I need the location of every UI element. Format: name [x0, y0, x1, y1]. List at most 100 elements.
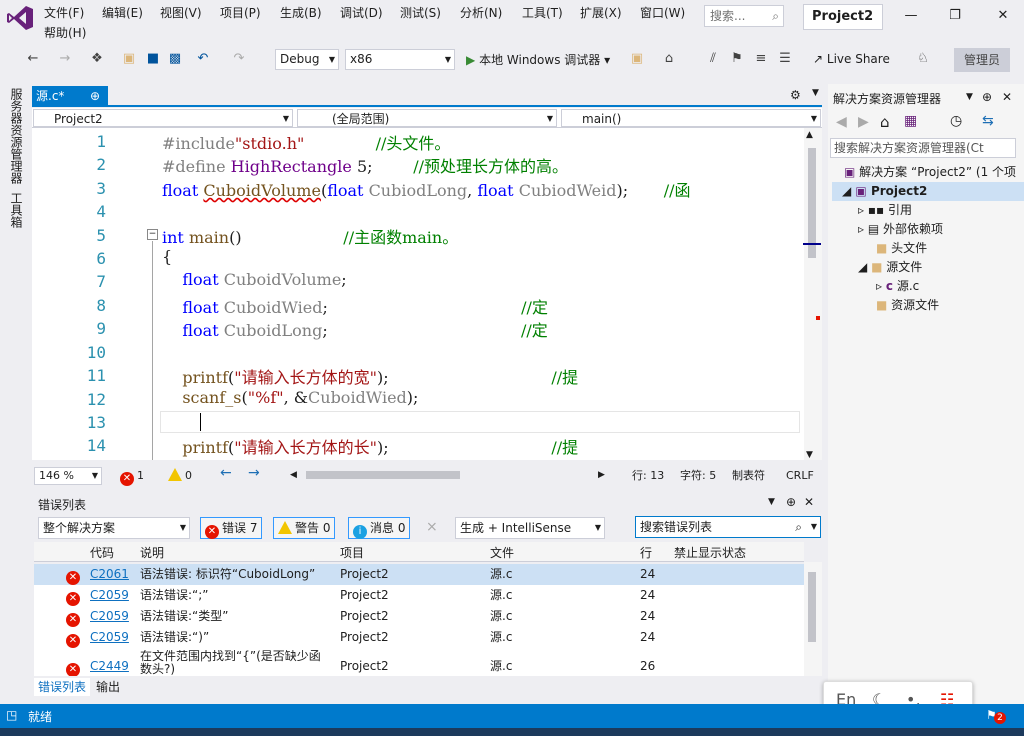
collapse-icon[interactable]: − [147, 229, 158, 240]
hscroll-left-icon[interactable]: ◀ [290, 470, 297, 480]
server-explorer-tab[interactable]: 服务器资源管理器 [8, 88, 25, 184]
tab-source-file[interactable]: 源.c*⊕ ✕ [32, 86, 108, 123]
menu-file[interactable]: 文件(F) [44, 4, 84, 22]
tree-external-deps[interactable]: ▹ ▤ 外部依赖项 [858, 220, 943, 239]
panel-menu-icon[interactable]: ▼ [768, 497, 775, 507]
tree-resource-files[interactable]: ■ 资源文件 [876, 296, 939, 315]
save-icon[interactable]: ■ [144, 50, 162, 68]
errors-filter-button[interactable]: ✕ 错误 7 [200, 517, 263, 539]
error-code-link[interactable]: C2449 [90, 656, 129, 677]
nav-scope-select[interactable]: (全局范围) ▼ [297, 109, 557, 127]
filter-icon[interactable]: ⨯ [426, 519, 438, 535]
platform-select[interactable]: x86 ▼ [345, 49, 455, 70]
error-code-link[interactable]: C2061 [90, 564, 129, 585]
menu-project[interactable]: 项目(P) [220, 4, 261, 22]
col-project[interactable]: 项目 [340, 544, 364, 561]
window-icon[interactable]: ⌂ [660, 50, 678, 68]
scroll-up-icon[interactable]: ▲ [806, 130, 813, 140]
menu-analyze[interactable]: 分析(N) [460, 4, 502, 22]
error-count[interactable]: ✕ 1 [120, 468, 144, 486]
switch-view-icon[interactable]: ▦ [904, 113, 917, 129]
admin-badge[interactable]: 管理员 [954, 48, 1010, 72]
warning-count[interactable]: 0 [168, 468, 192, 484]
tree-header-files[interactable]: ■ 头文件 [876, 239, 927, 258]
sol-close-icon[interactable]: ✕ [1002, 90, 1012, 104]
tree-source-c[interactable]: ▹ c 源.c [876, 277, 919, 296]
redo-icon[interactable]: ↷ [230, 50, 248, 68]
sync-icon[interactable]: ⇆ [982, 113, 994, 129]
col-description[interactable]: 说明 [140, 544, 164, 561]
home-icon[interactable]: ⌂ [880, 113, 890, 131]
panel-pin-icon[interactable]: ⊕ [786, 495, 796, 509]
nav-back-icon[interactable]: ← [220, 465, 232, 481]
solution-search-input[interactable]: 搜索解决方案资源管理器(Ct [830, 138, 1016, 158]
settings-icon[interactable]: ⚙ [790, 88, 801, 102]
feedback-icon[interactable]: ♘ [914, 50, 932, 68]
error-code-link[interactable]: C2059 [90, 627, 129, 648]
error-search-input[interactable]: 搜索错误列表 ⌕ ▼ [635, 516, 821, 538]
tree-source-files[interactable]: ◢ ■ 源文件 [858, 258, 922, 277]
comment-icon[interactable]: ≡ [752, 50, 770, 68]
back-icon[interactable]: ← [24, 50, 42, 68]
menu-window[interactable]: 窗口(W) [640, 4, 685, 22]
error-scroll-thumb[interactable] [808, 572, 816, 642]
line-ending[interactable]: CRLF [786, 468, 814, 484]
chevron-down-icon[interactable]: ▼ [812, 88, 819, 98]
tree-solution[interactable]: ▣ 解决方案 “Project2” (1 个项 [844, 163, 1016, 182]
col-file[interactable]: 文件 [490, 544, 514, 561]
menu-debug[interactable]: 调试(D) [340, 4, 383, 22]
chevron-down-icon[interactable]: ▼ [811, 517, 817, 537]
indent-mode[interactable]: 制表符 [732, 468, 765, 484]
menu-tools[interactable]: 工具(T) [522, 4, 563, 22]
sol-back-icon[interactable]: ◀ [836, 114, 847, 130]
history-icon[interactable]: ◷ [950, 113, 962, 129]
scope-filter-select[interactable]: 整个解决方案 ▼ [38, 517, 190, 539]
open-icon[interactable]: ▣ [120, 50, 138, 68]
step-icon[interactable]: ⫽ [704, 50, 722, 68]
toolbox-tab[interactable]: 工具箱 [8, 192, 25, 228]
messages-filter-button[interactable]: i 消息 0 [348, 517, 411, 539]
search-input[interactable]: 搜索... ⌕ [704, 5, 784, 27]
close-icon[interactable]: ✕ [988, 6, 1018, 26]
nav-project-select[interactable]: Project2 ▼ [33, 109, 293, 127]
zoom-select[interactable]: 146 % ▼ [34, 467, 102, 485]
undo-icon[interactable]: ↶ [194, 50, 212, 68]
hscroll-right-icon[interactable]: ▶ [598, 470, 605, 480]
config-select[interactable]: Debug ▼ [275, 49, 339, 70]
col-suppression[interactable]: 禁止显示状态 [674, 544, 746, 561]
menu-edit[interactable]: 编辑(E) [102, 4, 143, 22]
nav-forward-icon[interactable]: → [248, 465, 260, 481]
scroll-down-icon[interactable]: ▼ [806, 450, 813, 460]
build-filter-select[interactable]: 生成 + IntelliSense ▼ [455, 517, 605, 539]
folder-icon[interactable]: ▣ [628, 50, 646, 68]
tab-error-list[interactable]: 错误列表 [34, 678, 91, 696]
bookmark-icon[interactable]: ⚑ [728, 50, 746, 68]
forward-icon[interactable]: → [56, 50, 74, 68]
panel-close-icon[interactable]: ✕ [804, 495, 814, 509]
tab-output[interactable]: 输出 [92, 678, 124, 696]
error-code-link[interactable]: C2059 [90, 606, 129, 627]
restore-icon[interactable]: ❐ [940, 6, 970, 26]
sol-pin-icon[interactable]: ⊕ [982, 90, 992, 104]
warnings-filter-button[interactable]: 警告 0 [273, 517, 336, 539]
tree-project[interactable]: ◢ ▣ Project2 [832, 182, 1024, 201]
tree-references[interactable]: ▹ ▪▪ 引用 [858, 201, 912, 220]
error-code-link[interactable]: C2059 [90, 585, 129, 606]
live-share-button[interactable]: ↗ Live Share [813, 52, 890, 66]
col-line[interactable]: 行 [640, 544, 652, 561]
sol-menu-icon[interactable]: ▼ [966, 92, 973, 102]
new-project-icon[interactable]: ❖ [88, 50, 106, 68]
menu-build[interactable]: 生成(B) [280, 4, 322, 22]
minimize-icon[interactable]: — [896, 6, 926, 26]
save-all-icon[interactable]: ▩ [166, 50, 184, 68]
scroll-thumb[interactable] [808, 148, 816, 258]
sol-forward-icon[interactable]: ▶ [858, 114, 869, 130]
menu-view[interactable]: 视图(V) [160, 4, 202, 22]
nav-member-select[interactable]: main() ▼ [561, 109, 821, 127]
menu-test[interactable]: 测试(S) [400, 4, 441, 22]
col-code[interactable]: 代码 [90, 544, 114, 561]
menu-help[interactable]: 帮助(H) [44, 24, 86, 42]
hscroll-thumb[interactable] [306, 471, 460, 479]
menu-extensions[interactable]: 扩展(X) [580, 4, 622, 22]
uncomment-icon[interactable]: ☰ [776, 50, 794, 68]
